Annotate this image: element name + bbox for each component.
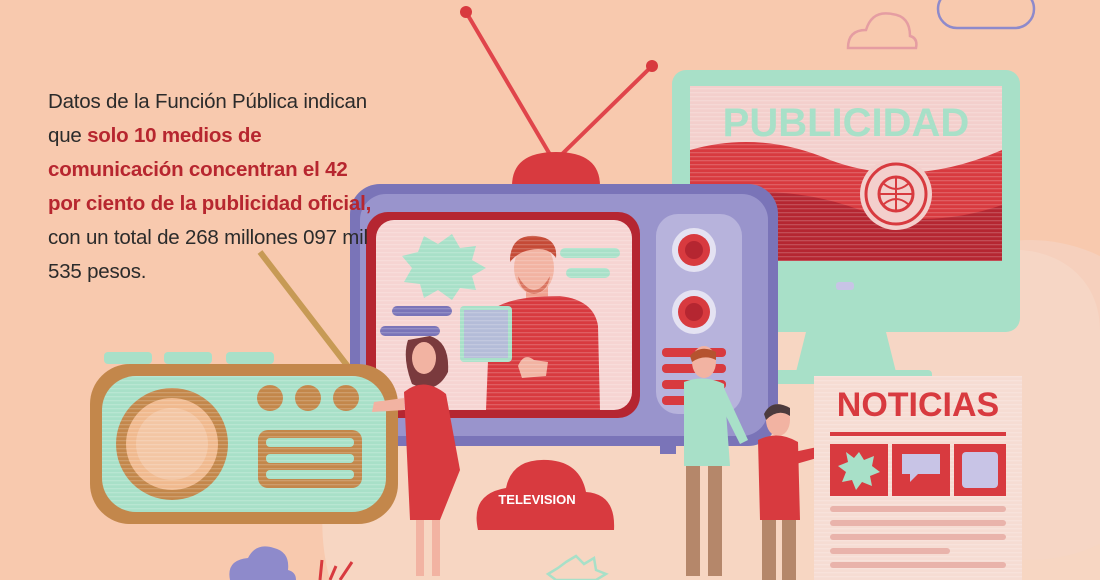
- news-photo-icon: [962, 452, 998, 488]
- newspaper: NOTICIAS: [814, 376, 1022, 580]
- cloud-outline-icon: [846, 12, 918, 50]
- cloud-bottom-icon: [229, 546, 296, 580]
- globe-icon: [860, 158, 932, 230]
- monitor-sign-text: PUBLICIDAD: [723, 101, 970, 145]
- tv-antenna: [460, 6, 658, 186]
- pill-outline-icon: [936, 0, 1036, 30]
- infographic: PUBLICIDAD TELEVISION NOTICIAS Datos de …: [0, 0, 1100, 580]
- cloud-label: TELEVISION: [498, 492, 575, 507]
- tv-knob-top: [672, 228, 716, 272]
- newspaper-title: NOTICIAS: [837, 386, 999, 424]
- caption-highlight: solo 10 medios de comunicación concentra…: [48, 123, 372, 215]
- caption-part-2: con un total de 268 millones 097 mil 535…: [48, 225, 368, 283]
- tv-knob-bottom: [672, 290, 716, 334]
- caption-text: Datos de la Función Pública indican que …: [48, 85, 378, 289]
